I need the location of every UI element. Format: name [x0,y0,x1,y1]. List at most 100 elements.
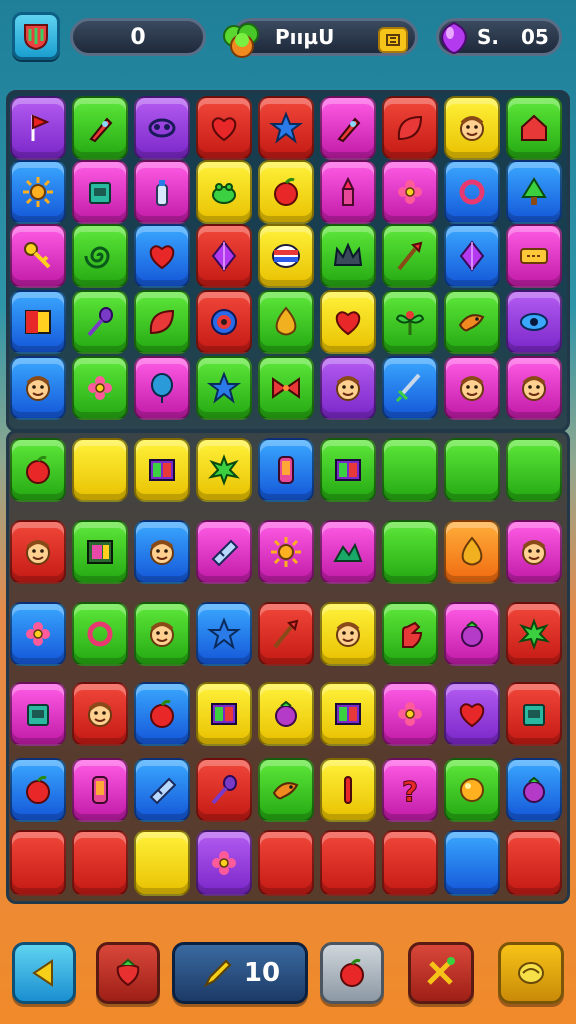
tile-yellow[interactable] [72,438,128,502]
tile-pink-face[interactable] [506,356,562,420]
tile-green-hand[interactable] [382,602,438,666]
tile-green-swirl[interactable] [72,224,128,288]
tile-purple-eye[interactable] [506,290,562,354]
tile-yellow-book[interactable] [134,438,190,502]
tile-green-ring[interactable] [72,602,128,666]
strawberry-button[interactable] [96,942,160,1004]
tile-orange-drop[interactable] [444,520,500,584]
tile-blue-bandage[interactable] [134,758,190,822]
tile-green-plant[interactable] [382,290,438,354]
tile-blue-ring[interactable] [444,160,500,224]
tile-green[interactable] [382,520,438,584]
tile-green-flower[interactable] [72,356,128,420]
tile-blue-face[interactable] [10,356,66,420]
tile-yellow-book[interactable] [320,682,376,746]
tile-red-box[interactable] [506,682,562,746]
tile-blue-gem[interactable] [444,224,500,288]
tile-purple-face[interactable] [320,356,376,420]
tile-blue-face[interactable] [134,520,190,584]
tile-purple-flag[interactable] [10,96,66,160]
tile-green[interactable] [506,438,562,502]
tile-red-spoon[interactable] [196,758,252,822]
tile-pink-berry[interactable] [444,602,500,666]
tile-green-rocket[interactable] [72,96,128,160]
tile-red-face[interactable] [72,682,128,746]
tile-pink-lipstick[interactable] [320,160,376,224]
tile-green-star[interactable] [196,356,252,420]
tile-red[interactable] [10,830,66,896]
tile-red-star[interactable] [258,96,314,160]
tile-yellow-berry[interactable] [258,682,314,746]
tile-pink-ticket[interactable] [506,224,562,288]
yellow-badge-icon[interactable] [378,27,408,53]
back-button[interactable] [12,942,76,1004]
tile-green-apple[interactable] [10,438,66,502]
tile-pink-rocket[interactable] [320,96,376,160]
tools-button[interactable] [408,942,474,1004]
tile-purple-flower[interactable] [196,830,252,896]
tile-pink-sun[interactable] [258,520,314,584]
tile-red-gem[interactable] [196,224,252,288]
tile-yellow-book[interactable] [196,682,252,746]
tile-red-leaf[interactable] [382,96,438,160]
tile-pink-bandage[interactable] [196,520,252,584]
tile-yellow-splat[interactable] [196,438,252,502]
apple-button[interactable] [320,942,384,1004]
tile-green[interactable] [382,438,438,502]
tile-pink-question[interactable]: ? [382,758,438,822]
tile-red-splat[interactable] [506,602,562,666]
tile-yellow-frog[interactable] [196,160,252,224]
tile-green-drop[interactable] [258,290,314,354]
tile-blue-sun[interactable] [10,160,66,224]
tile-green-orb[interactable] [444,758,500,822]
tile-pink-flower[interactable] [382,160,438,224]
tile-green-bow[interactable] [258,356,314,420]
tile-yellow-face[interactable] [320,602,376,666]
tile-green-frame[interactable] [72,520,128,584]
tile-red[interactable] [72,830,128,896]
tile-red[interactable] [382,830,438,896]
tile-red-brush[interactable] [258,602,314,666]
tile-green-book[interactable] [320,438,376,502]
tile-pink-flower[interactable] [382,682,438,746]
tile-pink-phone[interactable] [72,758,128,822]
tile-green-leaf[interactable] [134,290,190,354]
tile-purple-mask[interactable] [134,96,190,160]
tile-yellow[interactable] [134,830,190,896]
tile-green-crown[interactable] [320,224,376,288]
tile-blue-heart[interactable] [134,224,190,288]
hint-button[interactable] [498,942,564,1004]
tile-blue-sword[interactable] [382,356,438,420]
tile-yellow-face[interactable] [444,96,500,160]
tile-green-spoon[interactable] [72,290,128,354]
tile-blue-tree[interactable] [506,160,562,224]
tile-blue-berry[interactable] [506,758,562,822]
tile-blue-apple[interactable] [134,682,190,746]
tile-pink-face[interactable] [506,520,562,584]
tile-green-face[interactable] [134,602,190,666]
tile-pink-mountain[interactable] [320,520,376,584]
tile-red[interactable] [506,830,562,896]
tile-pink-balloon[interactable] [134,356,190,420]
tile-blue-phone[interactable] [258,438,314,502]
tile-green-house[interactable] [506,96,562,160]
menu-button[interactable] [12,12,60,60]
tile-green-bird[interactable] [444,290,500,354]
tile-blue-square[interactable] [10,290,66,354]
tile-blue-star[interactable] [196,602,252,666]
tile-yellow-stick[interactable] [320,758,376,822]
tile-pink-key[interactable] [10,224,66,288]
tile-red-target[interactable] [196,290,252,354]
tile-yellow-heart[interactable] [320,290,376,354]
tile-red-face[interactable] [10,520,66,584]
tile-red[interactable] [320,830,376,896]
tile-purple-heart[interactable] [444,682,500,746]
tile-pink-face[interactable] [444,356,500,420]
tile-blue[interactable] [444,830,500,896]
tile-blue-flower[interactable] [10,602,66,666]
tile-pink-box[interactable] [72,160,128,224]
tile-green-bird[interactable] [258,758,314,822]
tile-red[interactable] [258,830,314,896]
tile-red-heart[interactable] [196,96,252,160]
moves-button[interactable]: 10 [172,942,308,1004]
